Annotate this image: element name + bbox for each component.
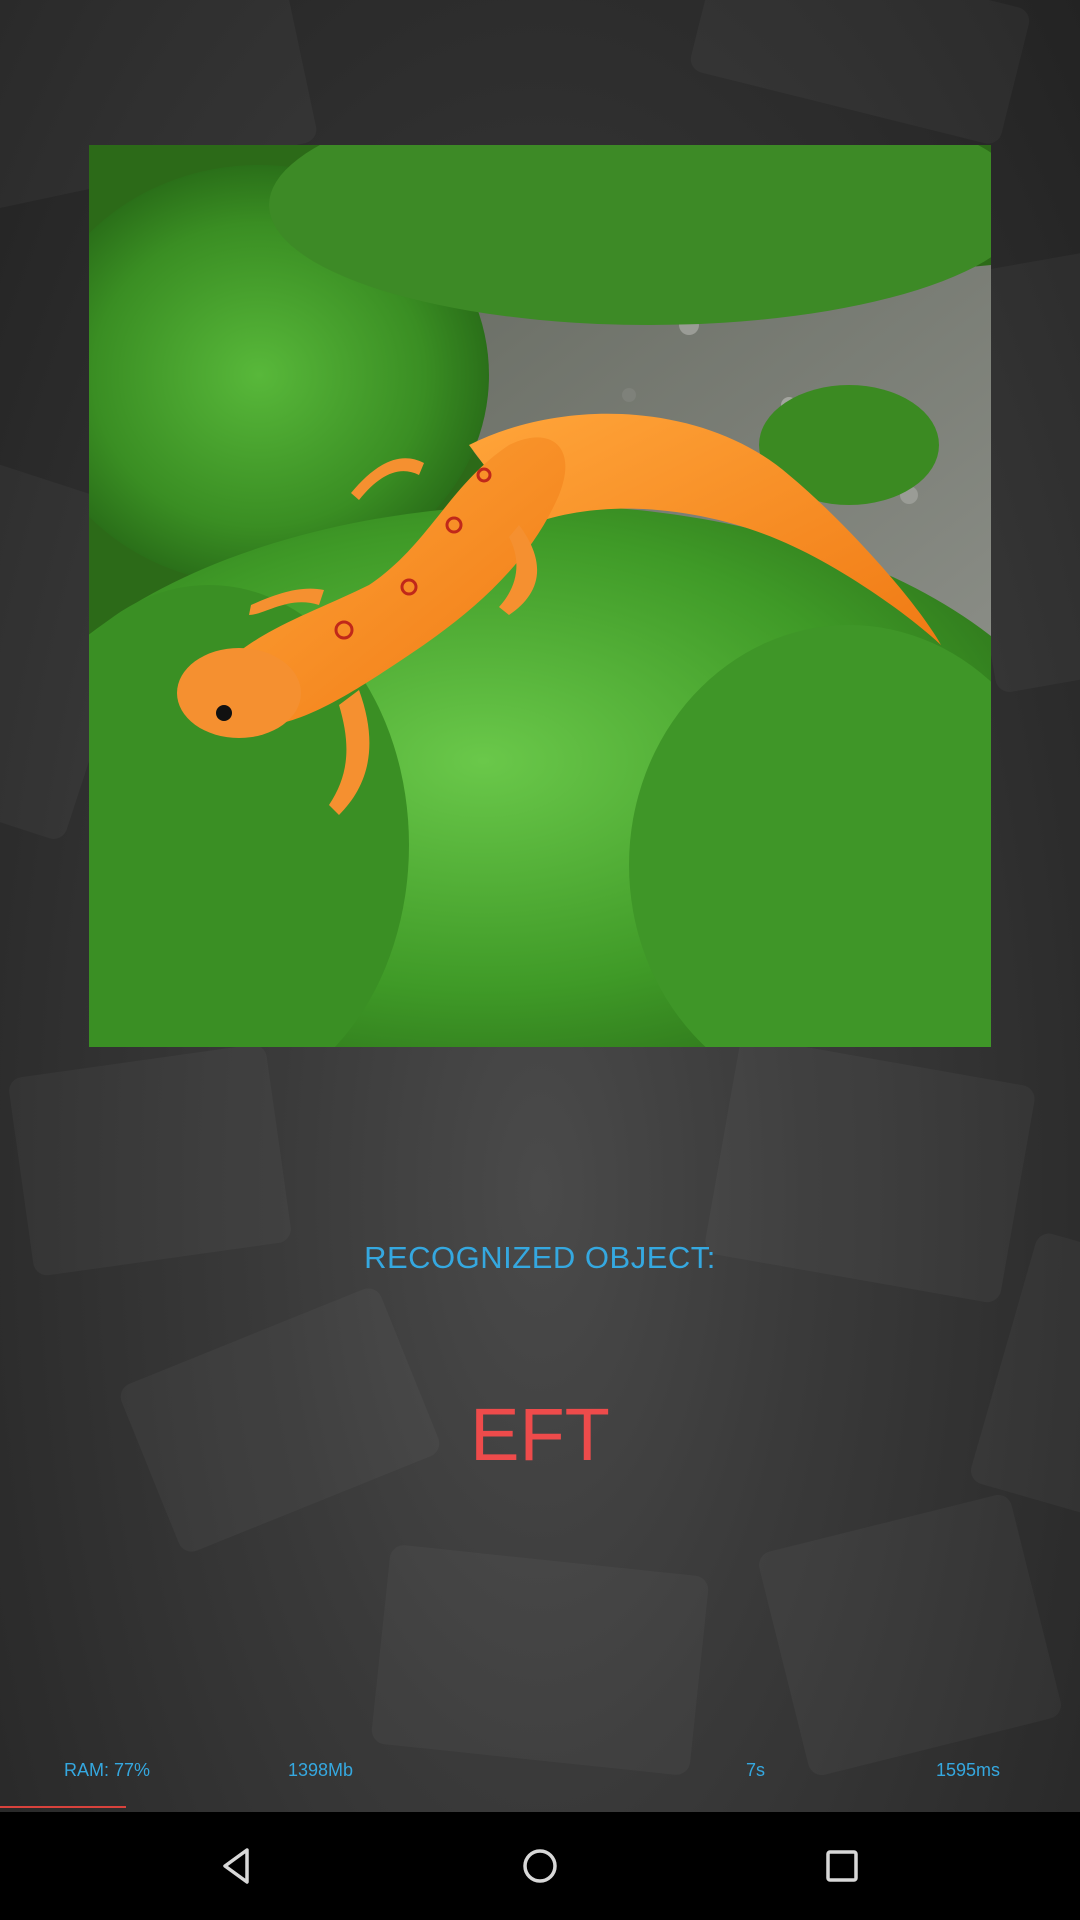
ram-usage-stat: RAM: 77%	[64, 1760, 151, 1780]
nav-recents-button[interactable]	[810, 1834, 874, 1898]
system-navigation-bar	[0, 1812, 1080, 1920]
background-shape	[370, 1544, 709, 1776]
nav-back-button[interactable]	[205, 1834, 269, 1898]
back-icon	[223, 1848, 249, 1884]
background-shape	[688, 0, 1032, 147]
analyzed-photo	[89, 145, 991, 1047]
inference-time-stat: 1595ms	[936, 1760, 1001, 1780]
recognized-object-heading: RECOGNIZED OBJECT:	[364, 1240, 716, 1275]
progress-indicator	[0, 1806, 126, 1808]
memory-stat: 1398Mb	[288, 1760, 354, 1780]
recognized-object-label: EFT	[470, 1393, 610, 1476]
elapsed-time-stat: 7s	[746, 1760, 766, 1780]
nav-home-button[interactable]	[508, 1834, 572, 1898]
app-screen: RECOGNIZED OBJECT: EFT RAM: 77% 1398Mb 7…	[0, 0, 1080, 1920]
home-icon	[523, 1849, 557, 1883]
eft-photo-illustration	[89, 145, 991, 1047]
recents-icon	[826, 1850, 858, 1882]
background-shape	[756, 1492, 1064, 1778]
